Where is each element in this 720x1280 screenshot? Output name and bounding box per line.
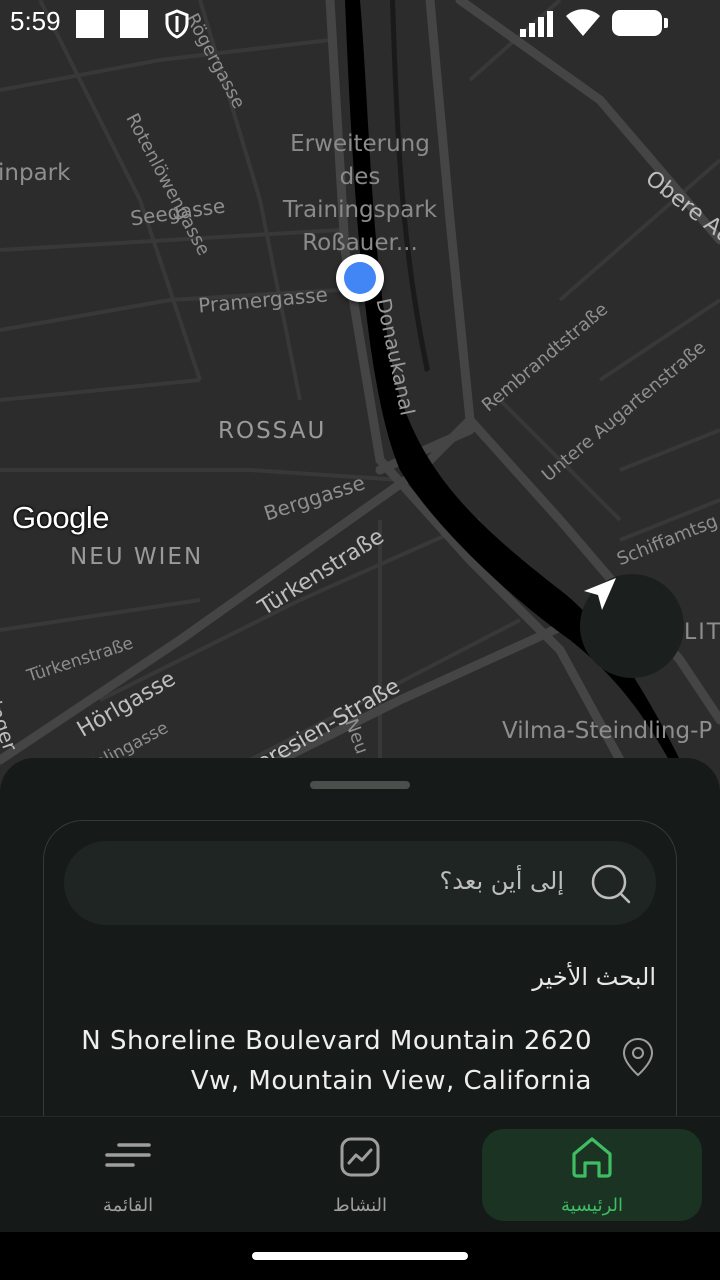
nav-item-activity[interactable]: النشاط <box>250 1129 470 1221</box>
recent-search-title: البحث الأخير <box>532 963 656 991</box>
home-indicator[interactable] <box>252 1252 468 1260</box>
nav-item-menu[interactable]: القائمة <box>18 1129 238 1221</box>
status-bar: 5:59 <box>0 0 720 48</box>
signal-icon <box>520 11 553 37</box>
map-label: LIT <box>684 620 720 645</box>
navigation-arrow-icon <box>584 578 616 610</box>
wifi-icon <box>566 9 600 36</box>
google-logo: Google <box>12 500 109 535</box>
search-input[interactable]: إلى أين بعد؟ <box>64 841 656 925</box>
recent-search-item[interactable]: N Shoreline Boulevard Mountain 2620 Vw, … <box>44 1017 676 1107</box>
nav-item-home[interactable]: الرئيسية <box>482 1129 702 1221</box>
park-label: Erweiterung des Trainingspark Roßauer... <box>270 128 450 260</box>
nav-item-label: النشاط <box>332 1195 388 1216</box>
shield-icon <box>165 9 189 39</box>
current-location-marker <box>336 254 384 302</box>
recent-search-address: N Shoreline Boulevard Mountain 2620 Vw, … <box>81 1026 592 1096</box>
map-label: ROSSAU <box>218 418 327 444</box>
sheet-drag-handle[interactable] <box>310 781 410 789</box>
menu-icon <box>105 1143 151 1167</box>
nav-item-label: الرئيسية <box>561 1195 623 1216</box>
locate-me-button[interactable] <box>580 574 684 678</box>
map-label: inpark <box>0 160 71 186</box>
home-icon <box>572 1137 612 1178</box>
location-pin-icon <box>622 1037 654 1077</box>
bottom-sheet[interactable]: إلى أين بعد؟ البحث الأخير N Shoreline Bo… <box>0 758 720 1141</box>
system-gesture-bar <box>0 1232 720 1280</box>
battery-icon <box>612 10 668 36</box>
search-icon <box>591 864 631 904</box>
map-label: Vilma-Steindling-P <box>502 718 713 744</box>
status-time: 5:59 <box>10 6 61 36</box>
map-view[interactable]: inpark Seegasse Rotenlöwengasse Rögergas… <box>0 0 720 800</box>
map-label: NEU WIEN <box>70 544 204 570</box>
bottom-navigation: القائمة النشاط الرئيسية <box>0 1116 720 1233</box>
search-placeholder: إلى أين بعد؟ <box>439 867 564 895</box>
notification-square-icon <box>76 10 104 38</box>
notification-square-icon <box>120 10 148 38</box>
map-roads <box>0 0 720 800</box>
park-label-line: Trainingspark <box>282 197 438 223</box>
park-label-line: des <box>339 164 381 190</box>
park-label-line: Erweiterung <box>290 131 430 157</box>
activity-icon <box>340 1137 380 1177</box>
nav-item-label: القائمة <box>102 1195 154 1216</box>
search-card: إلى أين بعد؟ البحث الأخير N Shoreline Bo… <box>43 820 677 1141</box>
